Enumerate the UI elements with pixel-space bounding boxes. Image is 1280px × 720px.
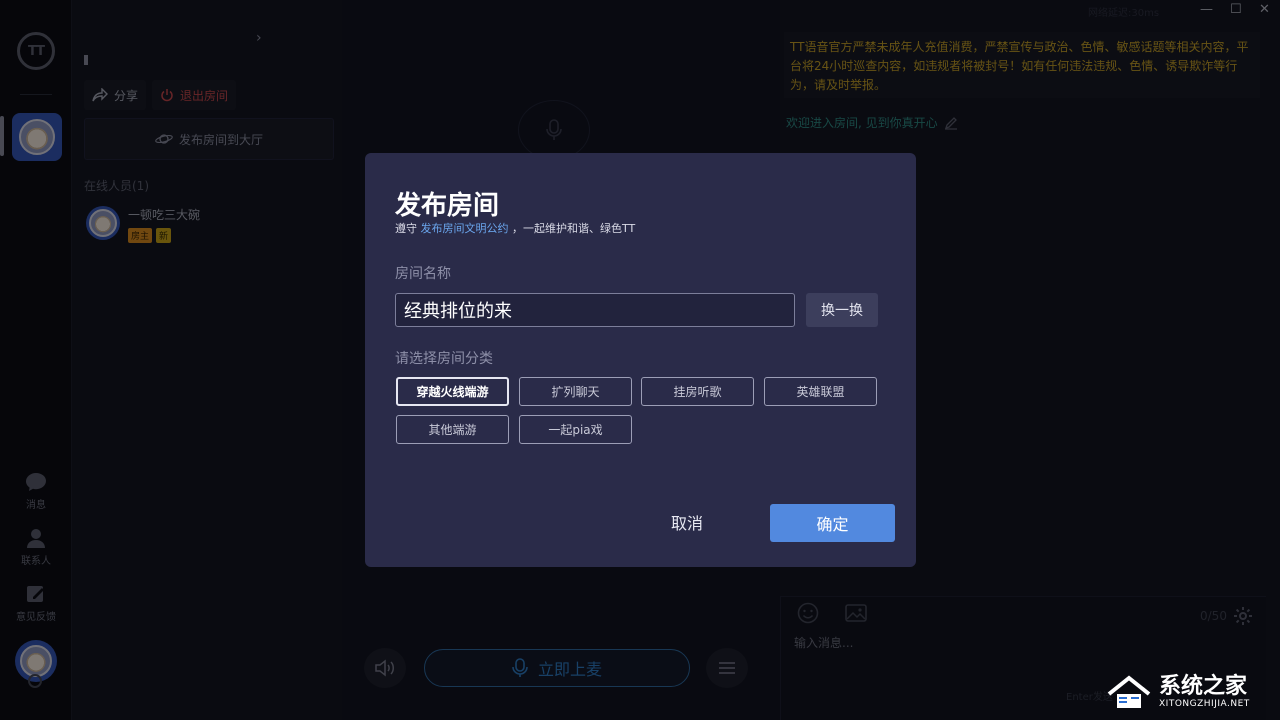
subtitle-prefix: 遵守	[395, 222, 417, 235]
dialog-title: 发布房间	[395, 191, 500, 221]
category-chat[interactable]: 扩列聊天	[519, 377, 632, 406]
dialog-subtitle: 遵守 发布房间文明公约 ，一起维护和谐、绿色TT	[395, 220, 635, 236]
category-other-pc[interactable]: 其他端游	[396, 415, 509, 444]
convention-link[interactable]: 发布房间文明公约	[421, 222, 509, 235]
room-name-label: 房间名称	[395, 266, 451, 282]
house-logo-icon	[1107, 675, 1151, 708]
publish-room-dialog: 发布房间 遵守 发布房间文明公约 ，一起维护和谐、绿色TT 房间名称 换一换 请…	[365, 153, 916, 567]
confirm-button[interactable]: 确定	[770, 504, 895, 542]
site-watermark: 系统之家 XITONGZHIJIA.NET	[1105, 664, 1280, 720]
category-lol[interactable]: 英雄联盟	[764, 377, 877, 406]
category-pia[interactable]: 一起pia戏	[519, 415, 632, 444]
room-name-input[interactable]	[395, 293, 795, 327]
category-label: 请选择房间分类	[395, 351, 493, 367]
category-music[interactable]: 挂房听歌	[641, 377, 754, 406]
cancel-button[interactable]: 取消	[645, 503, 729, 541]
subtitle-suffix: ，一起维护和谐、绿色TT	[512, 222, 636, 235]
watermark-title: 系统之家	[1159, 674, 1248, 699]
tt-voice-app: TT 消息 联系人 意见反馈 › 分享 退出房间 发布房间到大厅 在线人员(1)	[0, 0, 1280, 720]
watermark-url: XITONGZHIJIA.NET	[1159, 699, 1250, 709]
category-cf-pc[interactable]: 穿越火线端游	[396, 377, 509, 406]
shuffle-name-button[interactable]: 换一换	[806, 293, 878, 327]
